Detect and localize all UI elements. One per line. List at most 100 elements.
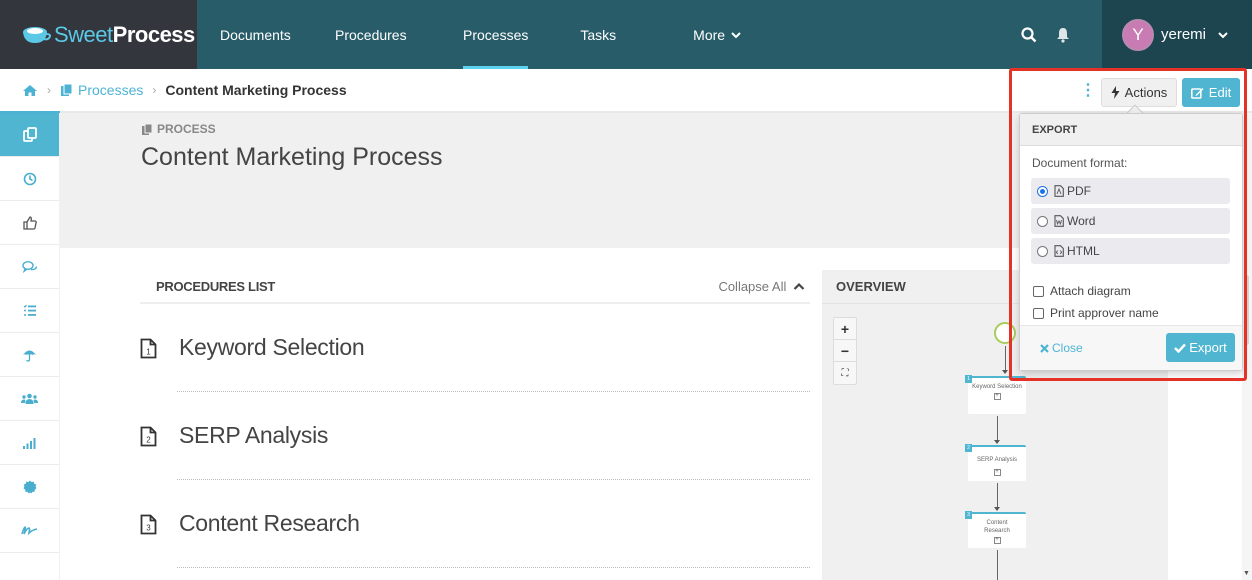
comments-icon	[21, 260, 37, 273]
brand-logo[interactable]: SweetProcess	[0, 0, 197, 69]
zoom-out-button[interactable]: −	[834, 340, 856, 362]
sidebar-item-signoffs[interactable]	[0, 509, 59, 553]
breadcrumb-separator: ›	[47, 83, 51, 97]
procedures-list: PROCEDURES LIST Collapse All 1 Keyword S…	[140, 270, 810, 568]
svg-text:3: 3	[146, 524, 151, 533]
connector	[997, 483, 998, 509]
home-icon[interactable]	[22, 84, 38, 97]
actions-button[interactable]: Actions	[1101, 78, 1177, 107]
diagram-node-label: Keyword Selection	[972, 384, 1022, 390]
file-word-icon	[1054, 215, 1064, 227]
check-icon	[1174, 343, 1187, 353]
radio-pdf[interactable]	[1037, 185, 1048, 197]
username: yeremi	[1161, 26, 1207, 43]
copy-icon	[61, 83, 73, 96]
sidebar-item-policies[interactable]	[0, 333, 59, 377]
svg-text:2: 2	[146, 436, 151, 445]
edit-icon	[1190, 87, 1204, 99]
scrollbar-thumb[interactable]	[1244, 275, 1249, 345]
close-button[interactable]: Close	[1040, 341, 1083, 355]
zoom-in-button[interactable]: +	[834, 318, 856, 340]
umbrella-icon	[23, 350, 36, 362]
procedure-name: Keyword Selection	[179, 334, 365, 360]
expand-icon[interactable]: +	[993, 469, 1001, 476]
collapse-all-button[interactable]: Collapse All	[718, 279, 805, 294]
format-option-word[interactable]: Word	[1031, 208, 1230, 234]
page-title: Content Marketing Process	[141, 143, 443, 171]
procedure-name: SERP Analysis	[179, 422, 329, 448]
nav-more[interactable]: More	[693, 0, 741, 69]
sidebar-item-checklist[interactable]	[0, 289, 59, 333]
sidebar-item-overview[interactable]	[0, 113, 59, 157]
arrow-icon	[994, 507, 1000, 511]
diagram-node[interactable]: 3 Content Research +	[965, 511, 1026, 548]
expand-icon[interactable]: +	[993, 393, 1001, 400]
sidebar-item-team[interactable]	[0, 377, 59, 421]
procedure-item[interactable]: 2 SERP Analysis	[140, 392, 810, 480]
attach-diagram-option[interactable]: Attach diagram	[1020, 280, 1242, 302]
copy-icon	[22, 127, 37, 142]
bell-icon[interactable]	[1046, 27, 1080, 43]
connector	[997, 416, 998, 442]
sidebar	[0, 113, 60, 580]
bolt-icon	[1111, 86, 1120, 99]
main-nav: Documents Procedures Processes Tasks Mor…	[220, 0, 741, 69]
format-option-html[interactable]: HTML	[1031, 238, 1230, 264]
sidebar-item-comments[interactable]	[0, 245, 59, 289]
search-icon[interactable]	[1012, 26, 1046, 43]
sidebar-item-history[interactable]	[0, 157, 59, 201]
signal-icon	[22, 438, 35, 449]
export-dropdown: EXPORT Document format: PDF Word HTML At…	[1019, 113, 1243, 371]
sidebar-item-approvals[interactable]	[0, 201, 59, 245]
document-number-icon: 1	[140, 338, 157, 359]
connector	[1005, 346, 1006, 372]
brand-name-part2: Process	[112, 21, 196, 47]
document-format-label: Document format:	[1032, 156, 1128, 170]
close-icon	[1040, 343, 1049, 353]
sidebar-item-reports[interactable]	[0, 421, 59, 465]
sidebar-item-certificates[interactable]	[0, 465, 59, 509]
export-title: EXPORT	[1020, 114, 1242, 146]
chevron-up-icon	[793, 282, 805, 290]
user-menu[interactable]: Y yeremi	[1102, 0, 1252, 69]
diagram-node[interactable]: 2 SERP Analysis +	[965, 444, 1026, 481]
breadcrumb: › Processes › Content Marketing Process	[0, 69, 1252, 113]
print-approver-option[interactable]: Print approver name	[1020, 302, 1242, 324]
nav-procedures[interactable]: Procedures	[310, 0, 434, 69]
procedure-item[interactable]: 1 Keyword Selection	[140, 304, 810, 392]
export-button[interactable]: Export	[1166, 333, 1235, 362]
coffee-cup-icon	[23, 26, 51, 43]
print-approver-checkbox[interactable]	[1033, 307, 1044, 319]
diagram-node-label: SERP Analysis	[977, 457, 1017, 463]
edit-button[interactable]: Edit	[1182, 78, 1240, 107]
fit-screen-button[interactable]: ⛶	[834, 362, 856, 384]
radio-html[interactable]	[1037, 245, 1048, 257]
export-footer: Close Export	[1020, 325, 1242, 370]
checklist-icon	[23, 304, 36, 316]
procedure-item[interactable]: 3 Content Research	[140, 480, 810, 568]
start-node[interactable]	[994, 322, 1016, 344]
diagram-zoom-controls: + − ⛶	[833, 317, 857, 385]
breadcrumb-separator: ›	[152, 83, 157, 97]
nav-tasks[interactable]: Tasks	[580, 0, 616, 69]
attach-diagram-checkbox[interactable]	[1033, 285, 1044, 297]
nav-documents[interactable]: Documents	[220, 0, 310, 69]
format-option-pdf[interactable]: PDF	[1031, 178, 1230, 204]
arrow-icon	[994, 440, 1000, 444]
scroll-down-arrow-icon[interactable]: ▼	[1243, 570, 1250, 577]
procedure-name: Content Research	[179, 510, 360, 536]
connector	[997, 550, 998, 580]
breadcrumb-current: Content Marketing Process	[165, 82, 347, 98]
more-options-icon[interactable]: ⋮	[1080, 83, 1096, 99]
file-pdf-icon	[1054, 185, 1064, 197]
breadcrumb-processes[interactable]: Processes	[78, 82, 143, 98]
nav-processes[interactable]: Processes	[463, 0, 529, 69]
brand-name-part1: Sweet	[54, 21, 113, 47]
scrollbar[interactable]	[1242, 113, 1252, 580]
diagram-node[interactable]: 1 Keyword Selection +	[965, 375, 1026, 414]
chevron-down-icon	[1218, 31, 1228, 38]
radio-word[interactable]	[1037, 215, 1048, 227]
copy-icon	[142, 123, 153, 135]
expand-icon[interactable]: +	[993, 537, 1001, 544]
file-code-icon	[1054, 245, 1064, 257]
